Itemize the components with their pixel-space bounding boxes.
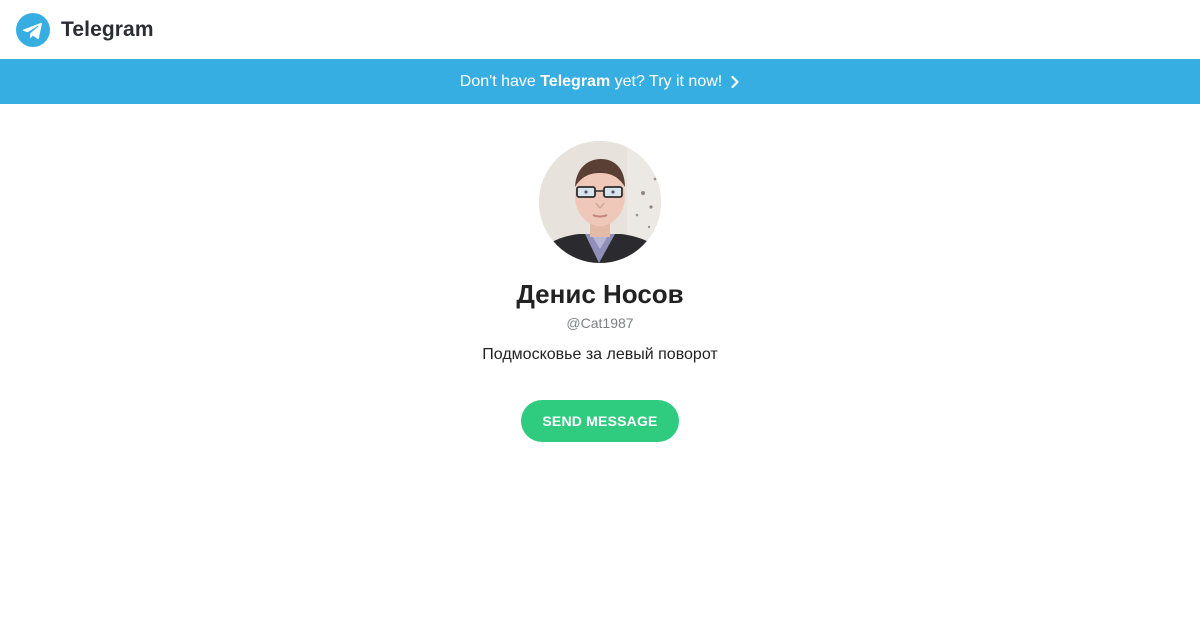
telegram-profile-page: Telegram Don't have Telegram yet? Try it…	[0, 0, 1200, 630]
logo-text: Telegram	[61, 18, 154, 41]
profile-username[interactable]: @Cat1987	[0, 315, 1200, 331]
profile-bio: Подмосковье за левый поворот	[482, 346, 718, 363]
telegram-logo-link[interactable]: Telegram	[16, 13, 154, 47]
send-message-button[interactable]: SEND MESSAGE	[521, 400, 679, 442]
promo-brand: Telegram	[540, 72, 611, 90]
avatar-photo	[539, 141, 661, 263]
profile-name: Денис Носов	[516, 279, 684, 309]
try-telegram-banner[interactable]: Don't have Telegram yet? Try it now!	[0, 59, 1200, 104]
telegram-plane-icon	[16, 13, 50, 47]
promo-prefix: Don't have	[459, 72, 541, 90]
avatar	[539, 141, 661, 263]
promo-suffix: yet? Try it now!	[610, 72, 723, 90]
top-header: Telegram	[0, 0, 1200, 59]
chevron-right-icon	[731, 75, 739, 88]
